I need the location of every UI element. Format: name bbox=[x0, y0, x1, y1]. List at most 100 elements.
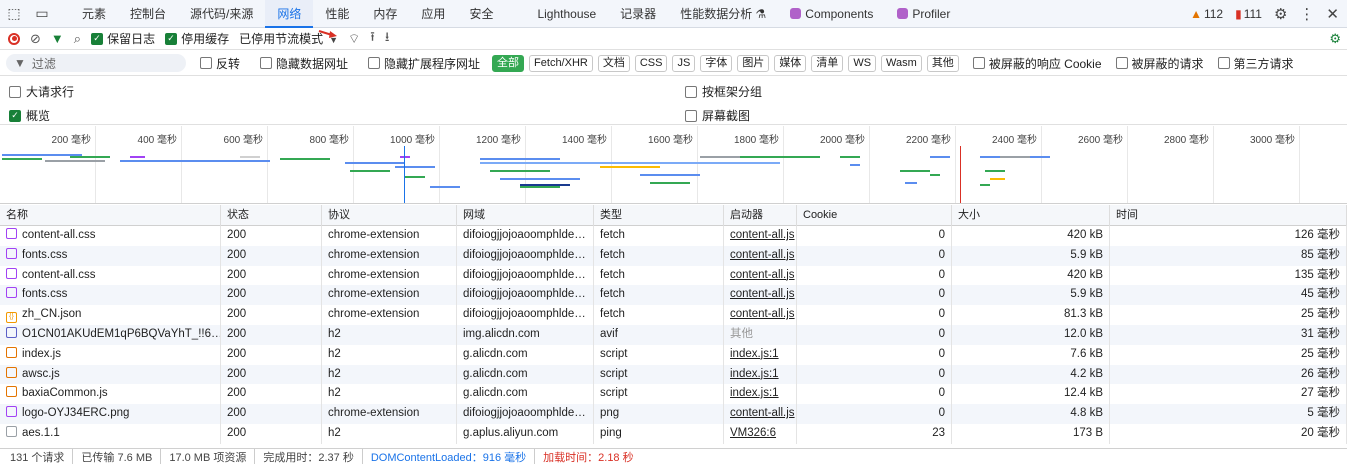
cell-initiator[interactable]: content-all.js bbox=[724, 285, 797, 306]
cell-type: ping bbox=[594, 423, 724, 444]
table-row[interactable]: content-all.css 200 chrome-extension difoio… bbox=[0, 265, 1347, 286]
table-row[interactable]: {} zh_CN.json 200 chrome-extension difoiogjj… bbox=[0, 305, 1347, 325]
tab-7[interactable]: 安全 bbox=[457, 0, 505, 28]
column-header[interactable]: Cookie bbox=[797, 205, 952, 226]
filter-chip[interactable]: 图片 bbox=[737, 54, 770, 72]
overview-waterfall-bar bbox=[395, 166, 435, 168]
filter-chip[interactable]: WS bbox=[848, 54, 877, 72]
filter-chip[interactable]: Fetch/XHR bbox=[529, 54, 593, 72]
cell-initiator[interactable]: 其他 bbox=[724, 324, 797, 345]
import-har-icon[interactable]: ⭱ bbox=[370, 28, 375, 50]
column-header[interactable]: 大小 bbox=[952, 205, 1110, 226]
inspect-element-icon[interactable]: ⬚ bbox=[0, 0, 28, 28]
filter-funnel-icon[interactable]: ▼ bbox=[51, 31, 64, 46]
checkbox-unchecked-icon bbox=[260, 57, 273, 69]
clear-icon[interactable]: ⊘ bbox=[30, 31, 41, 47]
cell-initiator[interactable]: content-all.js bbox=[724, 305, 797, 325]
column-header[interactable]: 网域 bbox=[457, 205, 594, 226]
network-conditions-icon[interactable]: ⌔ bbox=[348, 31, 360, 47]
cell-initiator[interactable]: content-all.js bbox=[724, 245, 797, 266]
filter-chip[interactable]: Wasm bbox=[881, 54, 922, 72]
cell-initiator[interactable]: content-all.js bbox=[724, 265, 797, 286]
filter-chip[interactable]: 字体 bbox=[700, 54, 733, 72]
filter-chip[interactable]: 其他 bbox=[926, 54, 959, 72]
column-header[interactable]: 启动器 bbox=[724, 205, 797, 226]
close-icon[interactable]: ✕ bbox=[1326, 5, 1339, 23]
table-row[interactable]: fonts.css 200 chrome-extension difoiogjjojo… bbox=[0, 285, 1347, 306]
cell-initiator[interactable]: index.js:1 bbox=[724, 384, 797, 405]
tab-6[interactable]: 应用 bbox=[409, 0, 457, 28]
table-row[interactable]: logo-OYJ34ERC.png 200 chrome-extension difo… bbox=[0, 404, 1347, 424]
overview-gridline bbox=[955, 126, 956, 203]
device-toolbar-icon[interactable]: ▭ bbox=[28, 0, 56, 28]
preserve-log-checkbox[interactable]: ✓ 保留日志 bbox=[91, 30, 155, 47]
js-file-icon bbox=[6, 366, 17, 378]
tab-2[interactable]: 源代码/来源 bbox=[178, 0, 265, 28]
filter-chip[interactable]: 媒体 bbox=[774, 54, 807, 72]
cell-initiator[interactable]: content-all.js bbox=[724, 404, 797, 424]
column-header[interactable]: 类型 bbox=[594, 205, 724, 226]
cell-initiator[interactable]: index.js:1 bbox=[724, 344, 797, 365]
big-request-rows-checkbox[interactable]: 大请求行 bbox=[9, 83, 74, 100]
group-by-frame-checkbox[interactable]: 按框架分组 bbox=[685, 83, 762, 100]
filter-chip[interactable]: 清单 bbox=[811, 54, 844, 72]
tab-5[interactable]: 内存 bbox=[361, 0, 409, 28]
tab-3[interactable]: 网络 bbox=[265, 0, 314, 28]
third-party-checkbox[interactable]: 第三方请求 bbox=[1217, 55, 1294, 72]
invert-checkbox[interactable]: 反转 bbox=[200, 55, 240, 72]
filter-chip[interactable]: 文档 bbox=[597, 54, 630, 72]
tab-12[interactable]: Profiler bbox=[885, 0, 962, 28]
table-row[interactable]: content-all.css 200 chrome-extension difoio… bbox=[0, 226, 1347, 246]
search-icon[interactable]: ⌕ bbox=[74, 31, 81, 47]
table-row[interactable]: O1CN01AKUdEM1qP6BQVaYhT_!!6… 200 h2 img.ali… bbox=[0, 324, 1347, 345]
tab-0[interactable]: 元素 bbox=[70, 0, 118, 28]
hide-extension-urls-checkbox[interactable]: 隐藏扩展程序网址 bbox=[368, 55, 480, 72]
filter-chip[interactable]: 全部 bbox=[492, 54, 525, 72]
hide-data-urls-checkbox[interactable]: 隐藏数据网址 bbox=[260, 55, 348, 72]
capture-screenshots-checkbox[interactable]: 屏幕截图 bbox=[685, 107, 750, 124]
column-header[interactable]: 时间 bbox=[1110, 205, 1347, 226]
warnings-counter[interactable]: ▲ 112 bbox=[1190, 7, 1223, 21]
disable-cache-checkbox[interactable]: ✓ 停用缓存 bbox=[165, 30, 229, 47]
table-row[interactable]: awsc.js 200 h2 g.alicdn.com script index.js:1… bbox=[0, 364, 1347, 385]
filter-input[interactable]: ▼ 过滤 bbox=[6, 54, 186, 72]
column-header[interactable]: 协议 bbox=[322, 205, 457, 226]
blocked-cookies-checkbox[interactable]: 被屏蔽的响应 Cookie bbox=[972, 55, 1102, 72]
table-row[interactable]: index.js 200 h2 g.alicdn.com script index.js:… bbox=[0, 344, 1347, 365]
resources-size: 17.0 MB 项资源 bbox=[161, 448, 256, 464]
network-overview-timeline[interactable]: 200 毫秒 400 毫秒 600 毫秒 800 毫秒 1000 毫秒 1200 毫秒 14… bbox=[0, 126, 1347, 204]
network-settings-gear-icon[interactable]: ⚙ bbox=[1329, 31, 1341, 47]
errors-counter[interactable]: ▮ 111 bbox=[1235, 7, 1262, 21]
more-options-icon[interactable]: ⋮ bbox=[1299, 5, 1314, 23]
table-row[interactable]: baxiaCommon.js 200 h2 g.alicdn.com script ind… bbox=[0, 384, 1347, 405]
show-overview-checkbox[interactable]: ✓ 概览 bbox=[9, 107, 50, 124]
overview-waterfall-bar bbox=[900, 170, 930, 172]
overview-tick-label: 200 毫秒 bbox=[51, 135, 91, 146]
export-har-icon[interactable]: ⭳ bbox=[385, 28, 390, 50]
blocked-requests-checkbox[interactable]: 被屏蔽的请求 bbox=[1115, 55, 1204, 72]
cell-initiator[interactable]: index.js:1 bbox=[724, 364, 797, 385]
table-row[interactable]: aes.1.1 200 h2 g.aplus.aliyun.com ping VM326:… bbox=[0, 423, 1347, 444]
tab-11[interactable]: Components bbox=[778, 0, 885, 28]
tab-10[interactable]: 性能数据分析 ⚗ bbox=[668, 0, 778, 28]
tab-9[interactable]: 记录器 bbox=[608, 0, 668, 28]
tab-4[interactable]: 性能 bbox=[313, 0, 361, 28]
cell-initiator[interactable]: VM326:6 bbox=[724, 423, 797, 444]
cell-protocol: chrome-extension bbox=[322, 265, 457, 286]
png-file-icon bbox=[6, 406, 17, 418]
column-header[interactable]: 状态 bbox=[221, 205, 322, 226]
filter-chip[interactable]: JS bbox=[672, 54, 696, 72]
record-icon[interactable] bbox=[8, 32, 20, 45]
filter-chip[interactable]: CSS bbox=[634, 54, 668, 72]
tab-1[interactable]: 控制台 bbox=[118, 0, 178, 28]
load-time: 加载时间：2.18 秒 bbox=[543, 451, 634, 464]
cell-name: logo-OYJ34ERC.png bbox=[0, 404, 221, 424]
overview-tick-label: 1000 毫秒 bbox=[389, 135, 435, 146]
table-row[interactable]: fonts.css 200 chrome-extension difoiogjjojo… bbox=[0, 245, 1347, 266]
cell-initiator[interactable]: content-all.js bbox=[724, 226, 797, 246]
cell-status: 200 bbox=[221, 384, 322, 405]
tab-8[interactable]: Lighthouse bbox=[525, 0, 608, 28]
column-header[interactable]: 名称 bbox=[0, 205, 221, 226]
cell-status: 200 bbox=[221, 423, 322, 444]
settings-gear-icon[interactable]: ⚙ bbox=[1274, 5, 1287, 23]
